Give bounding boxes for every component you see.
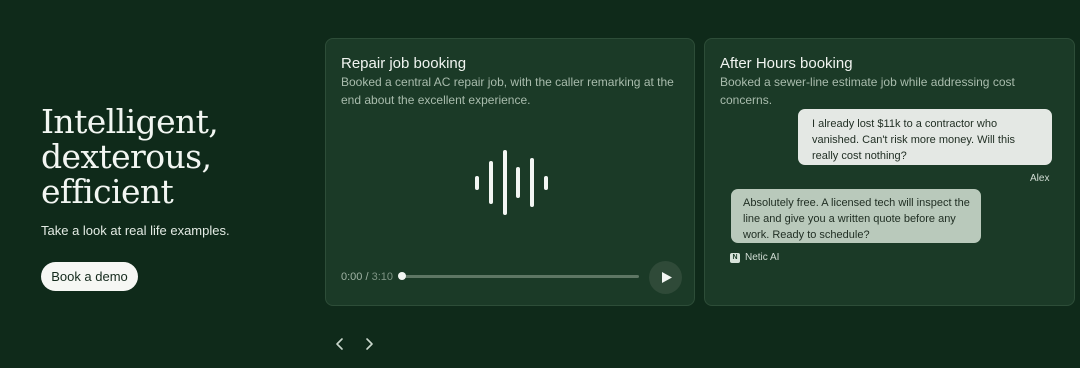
hero-title-line-1: Intelligent, [41, 102, 219, 141]
ai-sender: N Netic AI [730, 252, 779, 263]
hero-title-line-2: dexterous, [41, 137, 212, 176]
progress-handle[interactable] [398, 272, 406, 280]
user-message-bubble: I already lost $11k to a contractor who … [798, 109, 1052, 165]
user-sender-name: Alex [1030, 173, 1050, 184]
example-card-after-hours: After Hours booking Booked a sewer-line … [704, 38, 1075, 306]
duration: 3:10 [371, 271, 394, 283]
chevron-right-icon [366, 338, 373, 350]
card-description: Booked a sewer-line estimate job while a… [720, 75, 1015, 107]
audio-waveform-icon [475, 150, 548, 215]
book-demo-button[interactable]: Book a demo [41, 262, 138, 291]
play-icon [662, 272, 672, 283]
chevron-left-icon [336, 338, 343, 350]
netic-logo-icon: N [730, 252, 740, 263]
current-time: 0:00 / [341, 271, 369, 283]
example-card-repair: Repair job booking Booked a central AC r… [325, 38, 695, 306]
hero-subtitle: Take a look at real life examples. [41, 223, 230, 238]
hero-section: Intelligent, dexterous, efficient Take a l… [41, 104, 301, 238]
progress-track[interactable] [401, 275, 639, 278]
playback-time: 0:00 / 3:10 [341, 271, 393, 283]
carousel-next-button[interactable] [359, 334, 379, 354]
hero-title: Intelligent, dexterous, efficient [41, 104, 301, 209]
carousel-prev-button[interactable] [330, 334, 350, 354]
ai-message-bubble: Absolutely free. A licensed tech will in… [731, 189, 981, 243]
card-title: After Hours booking [720, 55, 853, 72]
ai-sender-name: Netic AI [745, 252, 780, 263]
hero-title-line-3: efficient [41, 172, 174, 211]
play-button[interactable] [649, 261, 682, 294]
